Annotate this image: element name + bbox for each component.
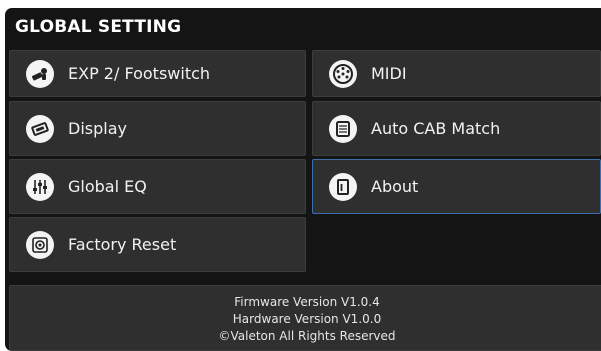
firmware-version: Firmware Version V1.0.4 xyxy=(234,295,380,309)
display-icon xyxy=(26,114,54,143)
menu-item-label: Auto CAB Match xyxy=(371,119,501,138)
menu-item-label: Global EQ xyxy=(68,177,147,196)
global-setting-screen: GLOBAL SETTING EXP 2/ Footswitch MIDI Di… xyxy=(5,8,601,351)
menu-item-global-eq[interactable]: Global EQ xyxy=(9,159,306,214)
cab-icon xyxy=(329,114,357,143)
menu-item-label: Factory Reset xyxy=(68,235,177,254)
version-info-panel: Firmware Version V1.0.4 Hardware Version… xyxy=(9,285,601,351)
menu-item-label: Display xyxy=(68,119,127,138)
menu-item-label: EXP 2/ Footswitch xyxy=(68,64,211,83)
menu-item-auto-cab-match[interactable]: Auto CAB Match xyxy=(312,101,601,156)
eq-sliders-icon xyxy=(26,172,54,201)
midi-icon xyxy=(329,59,357,88)
reset-icon xyxy=(26,230,54,259)
footswitch-icon xyxy=(26,59,54,88)
about-icon xyxy=(329,172,357,201)
copyright-text: ©Valeton All Rights Reserved xyxy=(218,329,396,343)
page-title: GLOBAL SETTING xyxy=(15,17,182,37)
menu-item-factory-reset[interactable]: Factory Reset xyxy=(9,217,306,272)
menu-item-about[interactable]: About xyxy=(312,159,601,214)
menu-item-display[interactable]: Display xyxy=(9,101,306,156)
hardware-version: Hardware Version V1.0.0 xyxy=(232,312,382,326)
menu-item-midi[interactable]: MIDI xyxy=(312,50,601,97)
menu-item-label: About xyxy=(371,177,419,196)
menu-item-exp2-footswitch[interactable]: EXP 2/ Footswitch xyxy=(9,50,306,97)
menu-item-label: MIDI xyxy=(371,64,407,83)
title-bar: GLOBAL SETTING xyxy=(5,8,601,45)
